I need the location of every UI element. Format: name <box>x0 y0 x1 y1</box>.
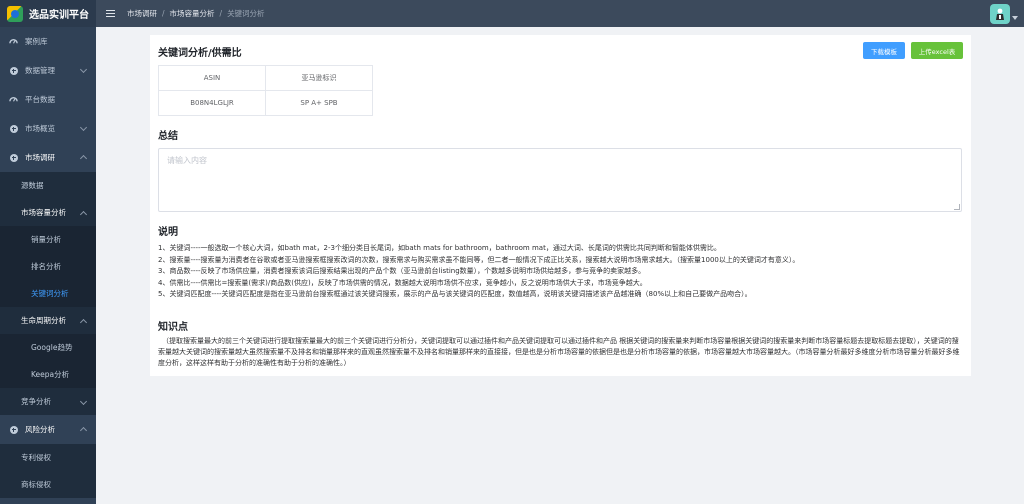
table-row: B08N4LGLJR SP A+ SPB <box>158 90 373 116</box>
sidebar-item-google-trends[interactable]: Google趋势 <box>0 334 96 361</box>
submenu-lifecycle: Google趋势 Keepa分析 <box>0 334 96 388</box>
table-header-row: ASIN 亚马逊标识 <box>158 65 373 91</box>
sidebar-item-label: 商标侵权 <box>21 480 51 489</box>
sidebar-item-platform-data[interactable]: 平台数据 <box>0 85 96 114</box>
notes-list: 1、关键词----一般选取一个核心大词，如bath mat，2-3个细分类目长尾… <box>158 243 968 301</box>
notes-heading: 说明 <box>158 227 178 238</box>
breadcrumb-separator: / <box>219 9 223 18</box>
page-title: 关键词分析/供需比 <box>158 48 242 59</box>
brand-title: 选品实训平台 <box>29 10 89 21</box>
plus-circle-icon <box>9 124 18 133</box>
plus-circle-icon <box>9 66 18 75</box>
table-cell: SP A+ SPB <box>265 90 373 116</box>
sidebar-item-label: 数据管理 <box>25 66 55 75</box>
brand-logo[interactable]: 选品实训平台 <box>0 0 96 27</box>
sidebar-item-label: 生命周期分析 <box>21 316 66 325</box>
list-item: 3、商品数----反映了市场供应量，消费者搜索该词后搜索结果出现的产品个数（亚马… <box>158 267 646 275</box>
top-navbar: 市场调研 / 市场容量分析 / 关键词分析 <box>96 0 1024 27</box>
summary-heading: 总结 <box>158 131 178 142</box>
sidebar-item-market-capacity[interactable]: 市场容量分析 <box>0 199 96 226</box>
sidebar-item-case-library[interactable]: 案例库 <box>0 27 96 56</box>
sidebar-item-patent-infringement[interactable]: 专利侵权 <box>0 444 96 471</box>
sidebar-item-label: 排名分析 <box>31 262 61 271</box>
sidebar-item-label: 销量分析 <box>31 235 61 244</box>
sidebar-item-trademark-infringement[interactable]: 商标侵权 <box>0 471 96 498</box>
sidebar-item-label: 市场容量分析 <box>21 208 66 217</box>
download-template-button[interactable]: 下载模板 <box>863 42 905 59</box>
sidebar-item-keyword-analysis[interactable]: 关键词分析 <box>0 280 96 307</box>
breadcrumb: 市场调研 / 市场容量分析 / 关键词分析 <box>127 8 265 19</box>
list-item: 2、搜索量----搜索量为消费者在谷歌或者亚马逊搜索框搜索改词的次数，搜索需求与… <box>158 255 800 264</box>
list-item: 1、关键词----一般选取一个核心大词，如bath mat，2-3个细分类目长尾… <box>158 244 721 252</box>
table-header-cell: ASIN <box>158 65 266 91</box>
chevron-down-icon <box>79 123 88 132</box>
plus-circle-icon <box>9 425 18 434</box>
list-item: 4、供需比----供需比=搜索量(需求)/商品数(供应)，反映了市场供需的情况，… <box>158 278 647 287</box>
sidebar-item-label: 风险分析 <box>25 425 55 434</box>
chevron-up-icon <box>79 210 88 219</box>
knowledge-heading: 知识点 <box>158 322 188 333</box>
sidebar-item-market-overview[interactable]: 市场概览 <box>0 114 96 143</box>
sidebar-item-label: 竞争分析 <box>21 397 51 406</box>
user-avatar-icon <box>996 8 1004 20</box>
summary-placeholder: 请输入内容 <box>167 156 207 165</box>
sidebar-item-source-data[interactable]: 源数据 <box>0 172 96 199</box>
breadcrumb-current: 关键词分析 <box>227 9 265 18</box>
chevron-down-icon <box>79 397 88 406</box>
sidebar-item-label: 源数据 <box>21 181 44 190</box>
sidebar-item-lifecycle-analysis[interactable]: 生命周期分析 <box>0 307 96 334</box>
breadcrumb-item[interactable]: 市场容量分析 <box>170 8 215 19</box>
chevron-up-icon <box>79 318 88 327</box>
summary-textarea[interactable]: 请输入内容 <box>158 148 962 212</box>
list-item: 5、关键词匹配度----关键词匹配度是指在亚马逊前台搜索框通过该关键词搜索，展示… <box>158 290 752 298</box>
sidebar-item-competition-analysis[interactable]: 竞争分析 <box>0 388 96 415</box>
sidebar-item-label: 平台数据 <box>25 95 55 104</box>
breadcrumb-separator: / <box>162 9 165 18</box>
content-card: 关键词分析/供需比 下载模板 上传excel表 ASIN 亚马逊标识 B08N4… <box>150 35 971 376</box>
sidebar-item-label: 关键词分析 <box>31 289 69 298</box>
asin-table: ASIN 亚马逊标识 B08N4LGLJR SP A+ SPB <box>158 65 373 116</box>
sidebar: 选品实训平台 案例库 数据管理 平台数据 市场概览 市场调研 源数据 市场容量分… <box>0 0 96 504</box>
sidebar-item-label: 市场概览 <box>25 124 55 133</box>
chevron-up-icon <box>79 154 88 163</box>
speedometer-icon <box>9 37 18 46</box>
sidebar-item-label: 专利侵权 <box>21 453 51 462</box>
sidebar-item-data-management[interactable]: 数据管理 <box>0 56 96 85</box>
submenu-market-research: 源数据 市场容量分析 销量分析 排名分析 关键词分析 生命周期分析 Google… <box>0 172 96 415</box>
sidebar-item-label: 案例库 <box>25 37 48 46</box>
table-header-cell: 亚马逊标识 <box>265 65 373 91</box>
submenu-risk-analysis: 专利侵权 商标侵权 <box>0 444 96 498</box>
avatar[interactable] <box>990 4 1010 24</box>
sidebar-menu: 案例库 数据管理 平台数据 市场概览 市场调研 源数据 市场容量分析 销量分析 … <box>0 27 96 498</box>
resize-handle-icon[interactable] <box>954 204 960 210</box>
chevron-up-icon <box>79 426 88 435</box>
upload-excel-button[interactable]: 上传excel表 <box>911 42 963 59</box>
knowledge-text: （提取搜索量最大的前三个关键词进行提取搜索量最大的前三个关键词进行分析分，关键词… <box>158 337 960 367</box>
breadcrumb-item[interactable]: 市场调研 <box>127 8 157 19</box>
speedometer-icon <box>9 95 18 104</box>
sidebar-item-market-research[interactable]: 市场调研 <box>0 143 96 172</box>
sidebar-item-label: 市场调研 <box>25 153 55 162</box>
sidebar-item-label: Google趋势 <box>31 343 73 352</box>
caret-down-icon[interactable] <box>1012 16 1018 20</box>
sidebar-item-keepa-analysis[interactable]: Keepa分析 <box>0 361 96 388</box>
submenu-market-capacity: 销量分析 排名分析 关键词分析 <box>0 226 96 307</box>
chevron-down-icon <box>79 65 88 74</box>
sidebar-item-rank-analysis[interactable]: 排名分析 <box>0 253 96 280</box>
sidebar-item-risk-analysis[interactable]: 风险分析 <box>0 415 96 444</box>
table-cell: B08N4LGLJR <box>158 90 266 116</box>
hamburger-menu-icon[interactable] <box>106 10 115 17</box>
sidebar-item-sales-analysis[interactable]: 销量分析 <box>0 226 96 253</box>
sidebar-item-label: Keepa分析 <box>31 370 70 379</box>
logo-icon <box>7 5 23 22</box>
plus-circle-icon <box>9 153 18 162</box>
